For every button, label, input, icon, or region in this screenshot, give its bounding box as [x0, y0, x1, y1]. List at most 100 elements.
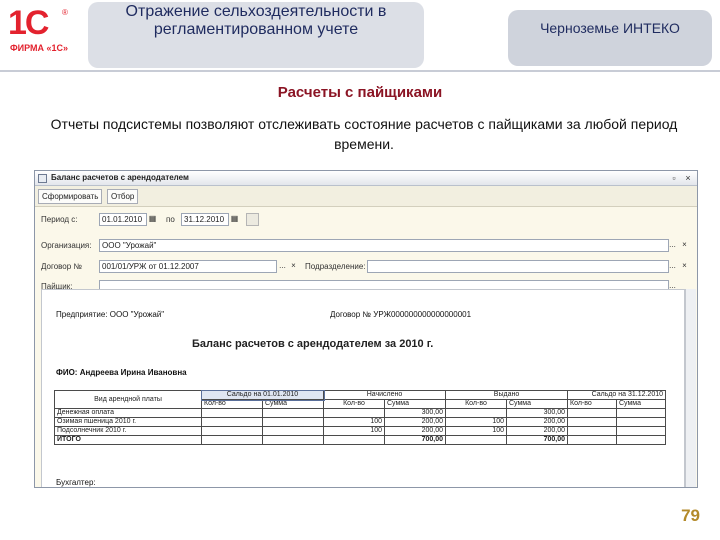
page-number: 79	[681, 506, 700, 525]
table-header-row: Вид арендной платы Сальдо на 01.01.2010 …	[54, 389, 666, 409]
header-accrued: Начислено	[323, 390, 446, 400]
table-row: Подсолнечник 2010 г. 100 200,00 100 200,…	[54, 426, 666, 436]
logo-mark: 1С	[8, 4, 49, 42]
row-name: Озимая пшеница 2010 г.	[54, 417, 202, 427]
cell: 200,00	[506, 426, 568, 436]
cell: 100	[445, 426, 507, 436]
cell: 300,00	[506, 408, 568, 418]
subheader-qty: Кол-во	[323, 399, 385, 409]
cell	[262, 426, 324, 436]
header-divider	[0, 70, 720, 72]
report-window: Баланс расчетов с арендодателем ▫ × Сфор…	[34, 170, 698, 488]
report-sheet: Предприятие: ООО "Урожай" Договор № УРЖ0…	[41, 289, 685, 487]
cell	[323, 408, 385, 418]
cell: 700,00	[506, 435, 568, 445]
subheader-sum: Сумма	[616, 399, 666, 409]
cell: 700,00	[384, 435, 446, 445]
cell	[201, 435, 263, 445]
subheader-sum: Сумма	[262, 399, 324, 409]
subheader-qty: Кол-во	[567, 399, 617, 409]
division-select-button[interactable]: ...	[667, 260, 678, 271]
cell	[567, 426, 617, 436]
header-balance-start: Сальдо на 01.01.2010	[200, 389, 325, 401]
cell	[201, 408, 263, 418]
registered-mark: ®	[62, 8, 68, 17]
cell	[201, 417, 263, 427]
contract-clear-icon[interactable]: ×	[288, 260, 299, 271]
row-name: Подсолнечник 2010 г.	[54, 426, 202, 436]
calendar-icon[interactable]: ▦	[229, 213, 240, 224]
period-label: Период с:	[41, 215, 78, 224]
org-field[interactable]: ООО "Урожай"	[99, 239, 669, 252]
period-select-button[interactable]	[246, 213, 259, 226]
cell	[445, 408, 507, 418]
cell	[616, 417, 666, 427]
filter-button[interactable]: Отбор	[107, 189, 139, 204]
cell	[323, 435, 385, 445]
subheader-sum: Сумма	[506, 399, 568, 409]
slide-description: Отчеты подсистемы позволяют отслеживать …	[50, 116, 678, 152]
table-row: Озимая пшеница 2010 г. 100 200,00 100 20…	[54, 417, 666, 427]
report-enterprise: Предприятие: ООО "Урожай"	[56, 310, 165, 319]
table-row: Денежная оплата 300,00 300,00	[54, 408, 666, 418]
row-name: ИТОГО	[54, 435, 202, 445]
cell	[567, 417, 617, 427]
window-icon	[38, 174, 47, 183]
cell	[567, 435, 617, 445]
balance-table: Вид арендной платы Сальдо на 01.01.2010 …	[54, 389, 666, 445]
cell: 200,00	[384, 417, 446, 427]
division-clear-icon[interactable]: ×	[679, 260, 690, 271]
cell	[616, 426, 666, 436]
subheader-qty: Кол-во	[201, 399, 263, 409]
cell: 200,00	[506, 417, 568, 427]
report-contract: Договор № УРЖ000000000000000001	[330, 310, 472, 319]
cell: 200,00	[384, 426, 446, 436]
subheader-qty: Кол-во	[445, 399, 507, 409]
period-to-field[interactable]: 31.12.2010	[181, 213, 229, 226]
contract-select-button[interactable]: ...	[277, 260, 288, 271]
title-banner: Отражение сельхоздеятельности в регламен…	[88, 2, 424, 68]
toolbar: Сформировать Отбор	[35, 186, 697, 207]
section-title: Расчеты с пайщиками	[277, 84, 443, 101]
cell	[567, 408, 617, 418]
org-clear-icon[interactable]: ×	[679, 239, 690, 250]
org-label: Организация:	[41, 241, 92, 250]
close-icon[interactable]: ×	[683, 173, 693, 183]
table-total-row: ИТОГО 700,00 700,00	[54, 435, 666, 445]
cell	[262, 408, 324, 418]
cell: 300,00	[384, 408, 446, 418]
restore-icon[interactable]: ▫	[669, 173, 679, 183]
period-to-label: по	[166, 215, 175, 224]
cell	[616, 408, 666, 418]
subheader-sum: Сумма	[384, 399, 446, 409]
cell	[262, 435, 324, 445]
cell: 100	[445, 417, 507, 427]
form-report-button[interactable]: Сформировать	[38, 189, 103, 204]
cell	[445, 435, 507, 445]
slide-title: Отражение сельхоздеятельности в регламен…	[125, 3, 387, 38]
period-from-field[interactable]: 01.01.2010	[99, 213, 147, 226]
contract-field[interactable]: 001/01/УРЖ от 01.12.2007	[99, 260, 277, 273]
report-footer: Бухгалтер:	[56, 478, 96, 487]
division-field[interactable]	[367, 260, 669, 273]
company-banner: Черноземье ИНТЕКО	[508, 10, 712, 66]
cell: 100	[323, 426, 385, 436]
cell	[262, 417, 324, 427]
division-label: Подразделение:	[305, 262, 366, 271]
logo-1c: 1С ® ФИРМА «1С»	[8, 6, 78, 56]
calendar-icon[interactable]: ▦	[147, 213, 158, 224]
row-name: Денежная оплата	[54, 408, 202, 418]
window-title: Баланс расчетов с арендодателем	[51, 173, 189, 182]
header-issued: Выдано	[445, 390, 568, 400]
company-name: Черноземье ИНТЕКО	[540, 20, 680, 36]
cell: 100	[323, 417, 385, 427]
cell	[201, 426, 263, 436]
report-fio: ФИО: Андреева Ирина Ивановна	[56, 368, 187, 377]
report-title: Баланс расчетов с арендодателем за 2010 …	[192, 338, 434, 350]
org-select-button[interactable]: ...	[667, 239, 678, 250]
header-balance-end: Сальдо на 31.12.2010	[567, 390, 666, 400]
window-titlebar: Баланс расчетов с арендодателем ▫ ×	[35, 171, 697, 186]
cell	[616, 435, 666, 445]
logo-subtitle: ФИРМА «1С»	[10, 43, 69, 53]
vertical-scrollbar[interactable]	[685, 289, 696, 487]
